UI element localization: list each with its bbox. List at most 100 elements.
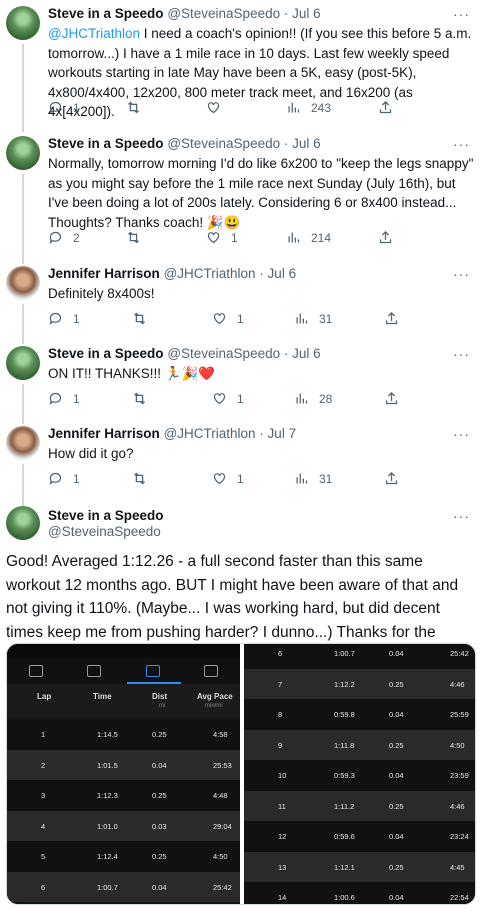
avatar[interactable] <box>6 346 40 380</box>
lap-time: 1:00.6 <box>334 893 355 902</box>
heart-icon <box>207 232 220 244</box>
lap-pace: 25:53 <box>213 760 232 770</box>
more-icon[interactable]: ··· <box>453 6 470 22</box>
author-name[interactable]: Jennifer Harrison <box>48 266 160 281</box>
like-button[interactable]: 1 <box>212 311 244 326</box>
tweet-actions: 1 1 31 <box>48 311 448 329</box>
lap-time: 0:59.3 <box>334 771 355 780</box>
tweet-date[interactable]: · Jul 7 <box>259 426 296 441</box>
lap-pace: 25:42 <box>450 649 469 658</box>
tweet-date[interactable]: · Jul 6 <box>284 346 321 361</box>
author-handle[interactable]: @SteveinaSpeedo <box>167 136 280 151</box>
like-button[interactable]: 1 <box>206 230 238 245</box>
author-name[interactable]: Steve in a Speedo <box>48 136 164 151</box>
tweet-actions: 1 1 31 <box>48 471 448 489</box>
avatar[interactable] <box>6 266 40 300</box>
workout-screenshot[interactable]: Lap Time Dist mi Avg Pace min/mi 1 1:14.5… <box>6 643 476 905</box>
lap-time: 0:59.6 <box>334 832 355 841</box>
avatar[interactable] <box>6 506 40 540</box>
lap-dist: 0.25 <box>389 862 404 872</box>
author-handle[interactable]: @SteveinaSpeedo <box>167 346 280 361</box>
lap-time: 0:59.8 <box>334 710 355 719</box>
share-icon <box>379 100 392 114</box>
more-icon[interactable]: ··· <box>453 136 470 152</box>
lap-time: 1:12.2 <box>334 679 355 689</box>
lap-number: 12 <box>278 832 287 841</box>
lap-row: 6 1:00.7 0.04 25:42 <box>7 871 240 902</box>
views-button[interactable]: 28 <box>294 391 332 406</box>
retweet-button[interactable] <box>132 391 147 406</box>
like-button[interactable]: 1 <box>212 471 244 486</box>
avatar[interactable] <box>6 6 40 40</box>
views-button[interactable]: 31 <box>294 311 332 326</box>
avatar[interactable] <box>6 426 40 460</box>
lap-time: 1:00.7 <box>97 882 118 892</box>
retweet-button[interactable] <box>126 100 141 115</box>
lap-number: 3 <box>41 791 46 800</box>
share-button[interactable] <box>384 471 399 486</box>
avatar[interactable] <box>6 136 40 170</box>
share-button[interactable] <box>384 311 399 326</box>
share-button[interactable] <box>384 391 399 406</box>
lap-number: 2 <box>41 760 46 770</box>
retweet-icon <box>134 392 145 405</box>
share-button[interactable] <box>378 100 393 115</box>
charts-tab-icon[interactable] <box>203 665 218 677</box>
lap-pace: 23:59 <box>450 771 469 780</box>
heart-icon <box>207 102 220 114</box>
laps-tab-icon[interactable] <box>145 665 160 677</box>
author-handle[interactable]: @JHCTriathlon <box>164 266 256 281</box>
lap-row: 14 1:00.6 0.04 22:54 <box>244 882 475 904</box>
views-icon <box>296 313 308 324</box>
lap-pace: 4:50 <box>213 852 228 861</box>
author-name[interactable]: Steve in a Speedo <box>48 508 164 523</box>
more-icon[interactable]: ··· <box>453 508 470 524</box>
lap-row: 2 1:01.5 0.04 25:53 <box>7 749 240 780</box>
tweet-date[interactable]: · Jul 6 <box>259 266 296 281</box>
author-name[interactable]: Steve in a Speedo <box>48 6 164 21</box>
lap-pace: 4:58 <box>213 730 228 739</box>
views-button[interactable]: 214 <box>286 230 331 245</box>
lap-pace: 4:48 <box>213 791 228 800</box>
reply-button[interactable]: 1 <box>48 100 80 115</box>
col-dist-unit: mi <box>159 703 166 709</box>
details-tab-icon[interactable] <box>87 665 102 677</box>
tweet[interactable]: Jennifer Harrison @JHCTriathlon · Jul 7 … <box>0 420 480 506</box>
retweet-icon <box>128 101 139 114</box>
tweet-date[interactable]: · Jul 6 <box>284 6 321 21</box>
reply-button[interactable]: 1 <box>48 391 80 406</box>
lap-row: 9 1:11.8 0.25 4:50 <box>244 729 475 760</box>
author-name[interactable]: Jennifer Harrison <box>48 426 160 441</box>
like-button[interactable]: 1 <box>212 391 244 406</box>
more-icon[interactable]: ··· <box>453 266 470 282</box>
tweet[interactable]: Jennifer Harrison @JHCTriathlon · Jul 6 … <box>0 260 480 344</box>
reply-button[interactable]: 1 <box>48 471 80 486</box>
tweet[interactable]: Steve in a Speedo @SteveinaSpeedo · Jul … <box>0 130 480 264</box>
tab-bar <box>7 658 240 684</box>
tweet[interactable]: Steve in a Speedo @SteveinaSpeedo · Jul … <box>0 0 480 132</box>
views-icon <box>288 232 300 243</box>
reply-button[interactable]: 1 <box>48 311 80 326</box>
views-button[interactable]: 243 <box>286 100 331 115</box>
mention-link[interactable]: @JHCTriathlon <box>48 26 140 41</box>
share-button[interactable] <box>378 230 393 245</box>
retweet-button[interactable] <box>132 311 147 326</box>
more-icon[interactable]: ··· <box>453 426 470 442</box>
tweet[interactable]: Steve in a Speedo @SteveinaSpeedo · Jul … <box>0 340 480 424</box>
lap-pace: 4:46 <box>450 679 465 689</box>
more-icon[interactable]: ··· <box>453 346 470 362</box>
author-name[interactable]: Steve in a Speedo <box>48 346 164 361</box>
lap-number: 1 <box>41 730 46 739</box>
views-button[interactable]: 31 <box>294 471 332 486</box>
retweet-button[interactable] <box>132 471 147 486</box>
like-button[interactable] <box>206 100 231 115</box>
lap-pace: 22:54 <box>450 893 469 902</box>
author-handle[interactable]: @SteveinaSpeedo <box>167 6 280 21</box>
tweet-date[interactable]: · Jul 6 <box>284 136 321 151</box>
author-handle[interactable]: @JHCTriathlon <box>164 426 256 441</box>
retweet-button[interactable] <box>126 230 141 245</box>
share-icon <box>385 391 398 405</box>
reply-button[interactable]: 2 <box>48 230 80 245</box>
summary-tab-icon[interactable] <box>29 665 44 677</box>
author-handle[interactable]: @SteveinaSpeedo <box>48 524 161 539</box>
